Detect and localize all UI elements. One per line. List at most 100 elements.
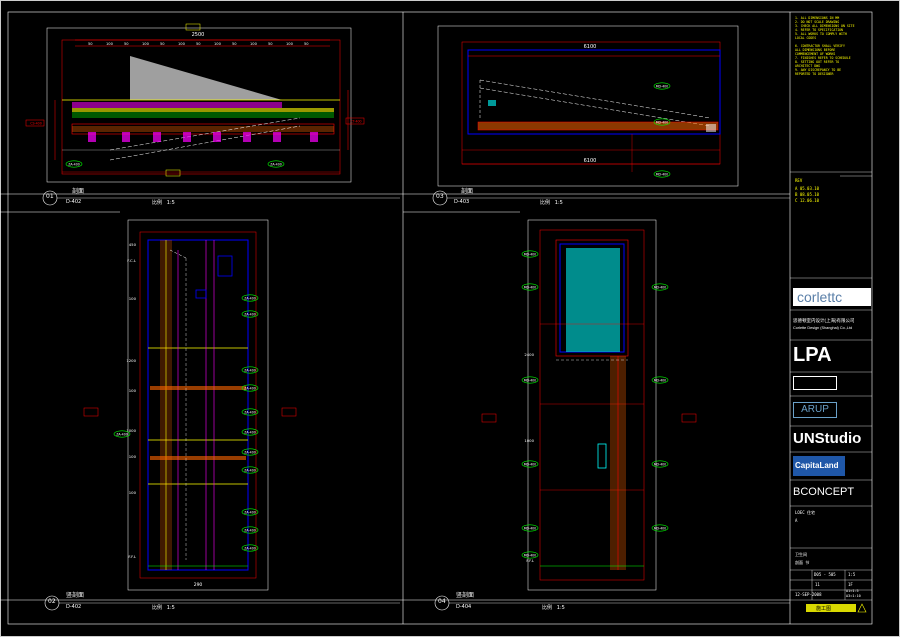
view-02-ref: D-402 <box>66 604 82 610</box>
warning-triangle-icon <box>857 603 867 613</box>
logo-corlette-chinese: 思德顿室内设计(上海)有限公司 <box>793 318 855 323</box>
v04-tag-label: MD-400 <box>654 285 666 289</box>
logo-lpa: LPA <box>793 344 832 366</box>
view-03-title <box>432 190 790 206</box>
v02-bottom-dim: 290 <box>194 582 203 588</box>
v02-tag-label: ZA-400 <box>244 468 256 472</box>
v02-dim: 1200 <box>126 358 136 363</box>
scale-value: 1:5 <box>848 572 856 577</box>
v01-tag-label: ZA-400 <box>68 162 80 166</box>
v01-seg-dim: 100 <box>250 42 258 46</box>
view-03-number: 03 <box>436 193 444 200</box>
v02-tag: ZA-400 <box>241 466 259 474</box>
v01-seg-dim: 50 <box>304 42 309 46</box>
logo-unstudio: UNStudio <box>793 430 862 447</box>
v01-seg-dim: 50 <box>124 42 129 46</box>
v02-tag: ZA-400 <box>241 448 259 456</box>
v01-seg-dim: 100 <box>214 42 222 46</box>
drawing-subtitle: 剖面 节 <box>795 560 810 565</box>
view-01-section: 2500 50 100 50 100 50 100 50 100 50 100 50 100 50 <box>25 23 365 183</box>
v02-tag: ZA-400 <box>241 428 259 436</box>
v03-tag-label: MD-400 <box>656 172 668 176</box>
v04-tag: MD-400 <box>651 376 669 384</box>
revision-label: REV <box>795 178 803 183</box>
v03-tag-label: MD-400 <box>656 120 668 124</box>
v02-tag-label: ZA-400 <box>244 368 256 372</box>
v02-tag: ZA-400 <box>241 310 259 318</box>
view-03-ref: D-403 <box>454 199 470 205</box>
view-04-number: 04 <box>438 598 446 605</box>
v03-bottom-dim: 6100 <box>584 158 597 164</box>
project-name: LOEC 住宅 <box>795 510 816 515</box>
v01-overall-dim: 2500 <box>192 32 205 38</box>
drawing-date: 12-SEP-2008 <box>795 592 822 597</box>
rev-cell-b: 1F <box>848 582 853 587</box>
v04-tag-label: MD-400 <box>524 252 536 256</box>
construction-stamp: 施工图 <box>816 606 832 612</box>
v02-dim: 1000 <box>126 428 136 433</box>
v01-seg-dim: 100 <box>106 42 114 46</box>
v04-tag-label: MD-400 <box>524 526 536 530</box>
cad-drawing-sheet: 2500 50 100 50 100 50 100 50 100 50 100 50 100 50 ZA… <box>0 0 900 637</box>
view-01-ref: D-402 <box>66 199 82 205</box>
v04-tag: MD-400 <box>521 376 539 384</box>
logo-placeholder <box>793 376 837 390</box>
v02-tag-label: ZA-400 <box>244 430 256 434</box>
v01-seg-dim: 50 <box>232 42 237 46</box>
v02-dim: 100 <box>129 490 137 495</box>
v01-seg-dim: 50 <box>268 42 273 46</box>
v02-dim: F.F.L <box>128 554 137 559</box>
v02-dim: 450 <box>129 242 137 247</box>
scale-a1: A1=1:5 <box>846 589 859 593</box>
v01-seg-dim: 100 <box>286 42 294 46</box>
v03-tag: MD-400 <box>653 170 671 178</box>
logo-capitaland: CapitaLand <box>793 456 845 476</box>
v04-tag-label: MD-400 <box>524 378 536 382</box>
v04-tag-label: MD-400 <box>524 285 536 289</box>
v04-tag: MD-400 <box>521 551 539 559</box>
view-02-name: 竖剖面 <box>66 592 85 599</box>
v04-dim: 1000 <box>524 438 534 443</box>
v01-seg-dim: 50 <box>196 42 201 46</box>
logo-arup: ARUP <box>793 402 837 418</box>
revision-list: A 05.03.10 B 08.05.10 C 12.06.10 <box>795 186 819 204</box>
v02-tag-label: ZA-400 <box>116 432 128 436</box>
v02-tag: ZA-400 <box>241 294 259 302</box>
v02-tag: ZA-400 <box>241 544 259 552</box>
v02-dim: 100 <box>129 454 137 459</box>
v02-tag: ZA-400 <box>113 430 131 438</box>
view-04-section <box>481 219 697 591</box>
v03-tag: MD-400 <box>653 82 671 90</box>
v02-tag-label: ZA-400 <box>244 510 256 514</box>
view-03-section: 6100 6100 <box>437 25 739 187</box>
v04-tag: MD-400 <box>521 524 539 532</box>
v02-dim: 100 <box>129 296 137 301</box>
v04-tag: MD-400 <box>521 283 539 291</box>
v03-top-dim: 6100 <box>584 44 597 50</box>
v04-tag-label: MD-400 <box>654 526 666 530</box>
view-04-title <box>434 595 790 611</box>
v04-tag: MD-400 <box>521 460 539 468</box>
v04-tag: MD-400 <box>651 460 669 468</box>
v02-tag-label: ZA-400 <box>244 450 256 454</box>
v01-tag: ZA-400 <box>65 160 83 168</box>
v04-tag-label: MD-400 <box>654 462 666 466</box>
view-01-title-text: 01 <box>46 193 54 200</box>
v03-tag: MD-400 <box>653 118 671 126</box>
v04-tag: MD-400 <box>651 283 669 291</box>
v03-tag-label: MD-400 <box>656 84 668 88</box>
view-04-scale: 比例 1:5 <box>542 605 565 611</box>
v01-tag-label: ZA-400 <box>270 162 282 166</box>
v02-tag: ZA-400 <box>241 408 259 416</box>
v01-seg-dim: 50 <box>160 42 165 46</box>
v02-tag: ZA-400 <box>241 366 259 374</box>
logo-corlette-english: Corlette Design (Shanghai) Co.,Ltd <box>793 326 853 330</box>
v01-seg-dim: 50 <box>88 42 93 46</box>
drawing-number: D05 - 505 <box>814 572 836 577</box>
v04-tag-label: MD-400 <box>654 378 666 382</box>
v01-tag: CT-400 <box>350 120 361 124</box>
stone-panel-pattern <box>566 248 620 352</box>
drawing-title: 卫生间 <box>795 552 807 557</box>
v04-dim: F.F.L <box>526 558 535 563</box>
v02-tag-label: ZA-400 <box>244 296 256 300</box>
